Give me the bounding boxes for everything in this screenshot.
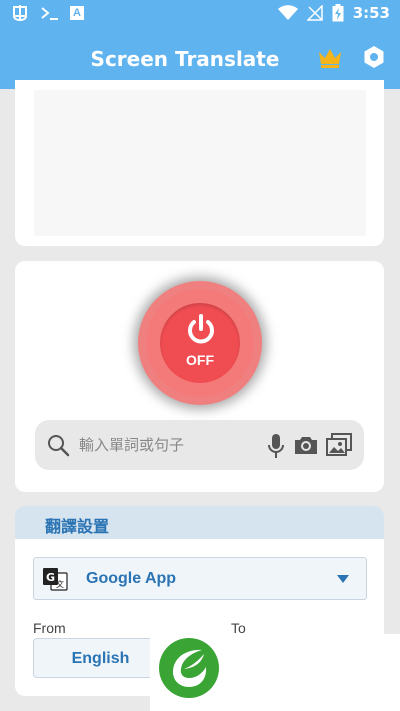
translation-engine-select[interactable]: G 文 Google App [33,557,367,600]
search-icon[interactable] [46,433,70,457]
settings-gear-icon[interactable] [361,44,387,70]
battery-charging-icon [332,4,344,22]
camera-icon[interactable] [294,435,318,455]
search-input[interactable] [79,430,259,460]
from-label: From [33,620,66,636]
no-sim-icon [306,5,323,21]
status-bar: A 3:53 [0,0,400,27]
power-core: OFF [160,303,240,383]
status-time: 3:53 [352,4,390,22]
translation-preview-area [34,90,366,236]
svg-text:G: G [46,571,55,584]
logo-overlay [150,634,400,711]
power-ring: OFF [146,289,254,397]
app-title: Screen Translate [90,47,280,71]
image-icon[interactable] [326,433,352,457]
green-leaf-logo [159,638,219,698]
control-card: OFF [15,261,384,492]
search-bar [35,420,364,470]
from-language-label: English [71,650,130,667]
power-toggle-button[interactable]: OFF [138,281,262,405]
translation-engine-label: Google App [86,570,177,587]
notification-bug-icon [10,4,30,22]
from-language-button[interactable]: English [33,638,168,678]
svg-text:文: 文 [56,579,64,589]
preview-card [15,80,384,246]
crown-icon[interactable] [316,47,344,69]
status-right-icons: 3:53 [277,4,390,22]
terminal-icon [40,5,60,21]
power-state-label: OFF [186,352,214,368]
microphone-icon[interactable] [266,433,286,459]
settings-title: 翻譯設置 [45,517,110,536]
a-badge-icon: A [70,6,84,20]
wifi-icon [277,5,298,21]
power-icon [188,314,214,344]
status-left-icons: A [10,4,84,22]
chevron-down-icon [337,575,349,583]
settings-header: 翻譯設置 [15,506,384,539]
google-translate-icon: G 文 [43,568,68,591]
